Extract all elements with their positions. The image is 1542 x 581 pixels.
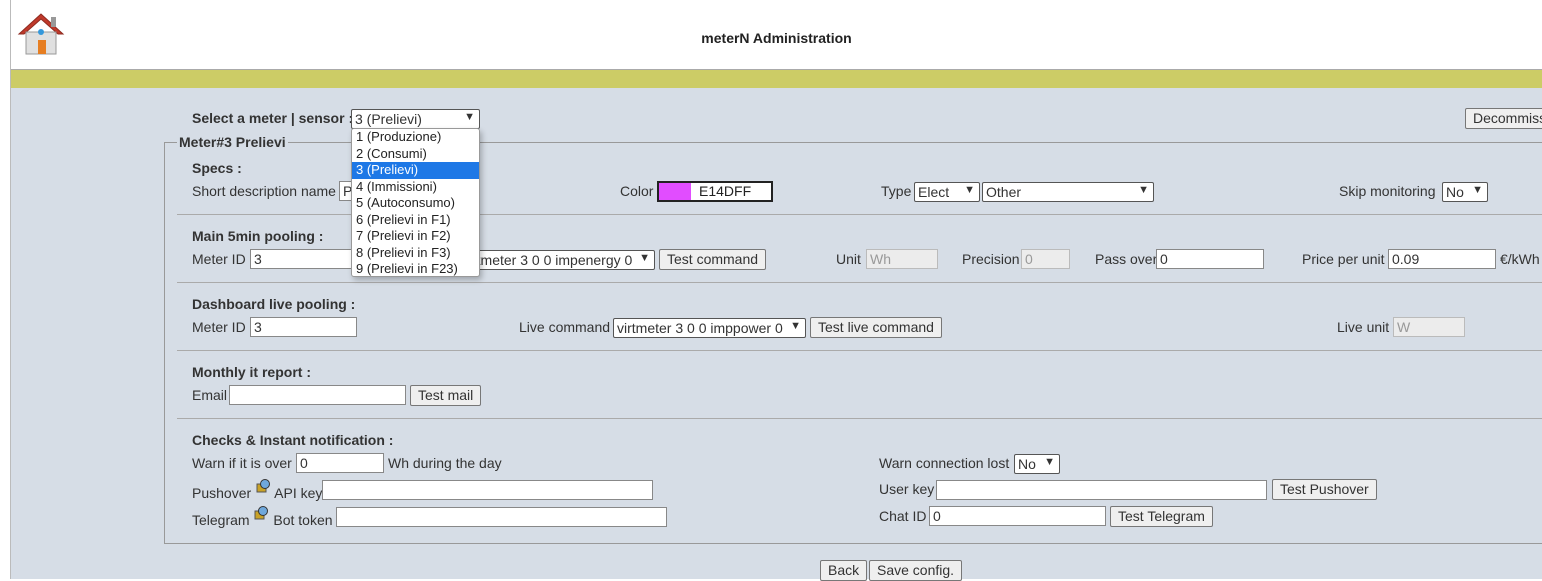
pass-over-label: Pass over [1095, 251, 1158, 267]
color-label: Color [620, 183, 654, 199]
specs-heading: Specs : [192, 160, 242, 176]
pushover-row: Pushover API key [192, 479, 323, 501]
meter-select-value: 3 (Prelievi) [355, 111, 422, 127]
skip-monitoring-value: No [1446, 184, 1464, 200]
conn-lost-label: Warn connection lost [879, 455, 1010, 471]
live-pooling-heading: Dashboard live pooling : [192, 296, 356, 312]
short-desc-label: Short description name [192, 183, 336, 199]
api-key-label: API key [274, 485, 323, 501]
pushover-label: Pushover [192, 485, 252, 501]
lock-icon[interactable] [253, 505, 269, 521]
api-key-input[interactable] [322, 480, 653, 500]
user-key-label: User key [879, 481, 935, 497]
chevron-down-icon: ▼ [464, 111, 475, 123]
user-key-input[interactable] [936, 480, 1267, 500]
divider [177, 418, 1542, 419]
bot-token-input[interactable] [336, 507, 667, 527]
dropdown-option[interactable]: 5 (Autoconsumo) [352, 195, 479, 212]
type2-select-value: Other [986, 184, 1022, 200]
precision-label: Precision [962, 251, 1020, 267]
price-unit: €/kWh [1500, 251, 1540, 267]
decommission-button[interactable]: Decommiss [1465, 108, 1542, 129]
price-label: Price per unit [1302, 251, 1385, 267]
type-label: Type [881, 183, 912, 199]
dropdown-option[interactable]: 7 (Prelievi in F2) [352, 228, 479, 245]
meter-dropdown-list[interactable]: 1 (Produzione) 2 (Consumi) 3 (Prelievi) 4 (… [351, 128, 480, 277]
live-unit-label: Live unit [1337, 319, 1390, 335]
main-command-select[interactable]: rtmeter 3 0 0 impenergy 0 ▼ [468, 250, 655, 270]
email-label: Email [192, 387, 228, 403]
header-stripe [11, 70, 1542, 88]
test-mail-button[interactable]: Test mail [410, 385, 482, 406]
chat-id-label: Chat ID [879, 508, 927, 524]
main-meter-id-input[interactable]: 3 [250, 249, 357, 269]
price-input[interactable]: 0.09 [1388, 249, 1496, 269]
unit-label: Unit [836, 251, 861, 267]
chevron-down-icon: ▼ [1472, 184, 1483, 196]
live-command-label: Live command [519, 319, 611, 335]
chevron-down-icon: ▼ [639, 252, 650, 264]
divider [177, 350, 1542, 351]
dropdown-option[interactable]: 4 (Immissioni) [352, 179, 479, 196]
precision-input[interactable]: 0 [1021, 249, 1070, 269]
test-pushover-button[interactable]: Test Pushover [1272, 479, 1377, 500]
dropdown-option[interactable]: 1 (Produzione) [352, 129, 479, 146]
email-input[interactable] [229, 385, 406, 405]
live-meter-id-label: Meter ID [192, 319, 246, 335]
chevron-down-icon: ▼ [790, 320, 801, 332]
test-live-command-button[interactable]: Test live command [810, 317, 942, 338]
warn-over-input[interactable]: 0 [296, 453, 384, 473]
main-meter-id-label: Meter ID [192, 251, 246, 267]
pass-over-input[interactable]: 0 [1156, 249, 1264, 269]
type2-select[interactable]: Other ▼ [982, 182, 1154, 202]
type-select-value: Elect [918, 184, 950, 200]
bot-token-label: Bot token [273, 512, 333, 528]
unit-input[interactable]: Wh [866, 249, 938, 269]
lock-icon[interactable] [255, 478, 271, 494]
meter-select[interactable]: 3 (Prelievi) ▼ [351, 109, 480, 129]
report-heading: Monthly it report : [192, 364, 311, 380]
live-unit-input[interactable]: W [1393, 317, 1465, 337]
type-select[interactable]: Elect ▼ [914, 182, 980, 202]
dropdown-option[interactable]: 6 (Prelievi in F1) [352, 212, 479, 229]
skip-monitoring-label: Skip monitoring [1339, 183, 1436, 199]
skip-monitoring-select[interactable]: No ▼ [1442, 182, 1488, 202]
test-command-button[interactable]: Test command [659, 249, 767, 270]
dropdown-option[interactable]: 8 (Prelievi in F3) [352, 245, 479, 262]
save-config-button[interactable]: Save config. [869, 560, 963, 581]
meter-legend: Meter#3 Prelievi [177, 134, 288, 150]
main-pooling-heading: Main 5min pooling : [192, 228, 324, 244]
dropdown-option[interactable]: 9 (Prelievi in F23) [352, 261, 479, 278]
telegram-label: Telegram [192, 512, 250, 528]
header: meterN Administration [11, 0, 1542, 70]
warn-suffix: Wh during the day [388, 455, 502, 471]
select-meter-label: Select a meter | sensor : [192, 110, 354, 126]
page-title: meterN Administration [701, 30, 852, 46]
live-meter-id-input[interactable]: 3 [250, 317, 357, 337]
conn-lost-value: No [1018, 456, 1036, 472]
checks-heading: Checks & Instant notification : [192, 432, 394, 448]
telegram-row: Telegram Bot token [192, 506, 333, 528]
test-telegram-button[interactable]: Test Telegram [1110, 506, 1213, 527]
color-value: E14DFF [699, 183, 752, 199]
chevron-down-icon: ▼ [1044, 456, 1055, 468]
divider [177, 282, 1542, 283]
live-command-value: virtmeter 3 0 0 imppower 0 [617, 320, 783, 336]
chat-id-input[interactable]: 0 [929, 506, 1106, 526]
chevron-down-icon: ▼ [964, 184, 975, 196]
color-swatch [659, 183, 691, 200]
main-command-value: rtmeter 3 0 0 impenergy 0 [472, 252, 633, 268]
dropdown-option[interactable]: 2 (Consumi) [352, 146, 479, 163]
color-picker[interactable]: E14DFF [657, 181, 773, 202]
back-button[interactable]: Back [820, 560, 868, 581]
dropdown-option[interactable]: 3 (Prelievi) [352, 162, 479, 179]
warn-over-label: Warn if it is over [192, 455, 292, 471]
conn-lost-select[interactable]: No ▼ [1014, 454, 1060, 474]
live-command-select[interactable]: virtmeter 3 0 0 imppower 0 ▼ [613, 318, 806, 338]
chevron-down-icon: ▼ [1138, 184, 1149, 196]
